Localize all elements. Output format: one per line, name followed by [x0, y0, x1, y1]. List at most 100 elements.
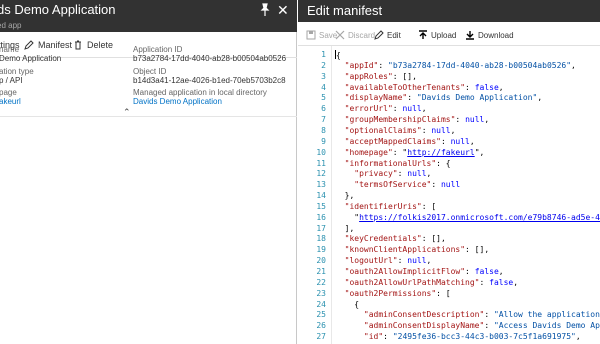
code-text: "oauth2AllowUrlPathMatching": false, [335, 278, 518, 287]
homepage-label: page [0, 88, 17, 97]
code-token: : [421, 125, 432, 135]
code-token: : " [392, 147, 408, 157]
code-text: "groupMembershipClaims": null, [335, 115, 490, 125]
type-value: p / API [0, 76, 23, 85]
code-token: "optionalClaims" [335, 125, 422, 135]
line-number: 21 [316, 267, 326, 276]
code-token: " [335, 212, 360, 222]
edit-label: Edit [387, 30, 401, 40]
code-line: 14 }, [298, 191, 600, 202]
code-token: , [421, 104, 427, 114]
code-text: "availableToOtherTenants": false, [335, 83, 504, 92]
code-token: : [ [436, 288, 451, 298]
upload-button[interactable]: Upload [418, 30, 456, 40]
code-token: "logoutUrl" [335, 256, 398, 266]
code-token: "id" [335, 332, 384, 342]
line-number: 11 [316, 158, 326, 168]
code-token: "termsOfService" [335, 180, 432, 190]
edit-button[interactable]: Edit [374, 30, 401, 40]
app-blade: ds Demo Application ✕ ed app ttings Mani… [0, 0, 297, 344]
line-number: 2 [321, 60, 326, 70]
code-token: "identifierUris" [335, 201, 422, 211]
code-text: "appRoles": [], [335, 72, 417, 81]
delete-button[interactable]: Delete [73, 40, 113, 50]
discard-label: Discard [348, 30, 376, 40]
line-number: 24 [316, 299, 326, 309]
code-token: "adminConsentDescription" [335, 310, 485, 320]
code-text: "oauth2Permissions": [ [335, 289, 451, 298]
code-line: 13 "termsOfService": null [298, 180, 600, 191]
line-number: 10 [316, 147, 326, 157]
code-token: "availableToOtherTenants" [335, 82, 466, 92]
discard-icon [335, 30, 345, 40]
code-text: "id": "2495fe36-bcc3-44c3-b003-7c5f1a691… [335, 332, 581, 341]
line-number: 13 [316, 180, 326, 190]
code-line: 18 "keyCredentials": [], [298, 234, 600, 245]
line-number: 20 [316, 256, 326, 266]
code-token: : [455, 115, 466, 125]
code-token: false [474, 82, 499, 92]
code-text: "adminConsentDisplayName": "Access David… [335, 321, 600, 330]
code-text: "identifierUris": [ [335, 201, 437, 211]
line-number: 6 [321, 104, 326, 114]
pin-icon[interactable] [259, 3, 271, 17]
code-token: : [397, 256, 408, 266]
homepage-link[interactable]: akeurl [0, 97, 21, 106]
type-label: ation type [0, 67, 34, 76]
code-line: 22 "oauth2AllowUrlPathMatching": false, [298, 278, 600, 289]
object-id-value: b14d3a41-12ae-4026-b1ed-70eb5703b2c8 [133, 76, 286, 85]
line-number: 17 [316, 223, 326, 233]
line-number: 16 [316, 212, 326, 222]
code-token[interactable]: http://fakeurl [407, 148, 474, 157]
code-text: "appId": "b73a2784-17dd-4040-ab28-b00504… [335, 61, 576, 70]
code-token: , [571, 60, 576, 70]
code-token: { [335, 299, 360, 309]
trash-icon [75, 40, 81, 50]
code-token: null [407, 256, 427, 266]
code-line: 23 "oauth2Permissions": [ [298, 289, 600, 300]
line-number: 8 [321, 125, 326, 135]
upload-icon [419, 30, 427, 39]
code-token: "acceptMappedClaims" [335, 136, 441, 146]
code-token: , [537, 93, 543, 103]
delete-label: Delete [87, 40, 114, 50]
code-token: : [465, 82, 475, 92]
code-text: "displayName": "Davids Demo Application"… [335, 93, 543, 103]
name-label: name [0, 45, 20, 54]
discard-button[interactable]: Discard [335, 30, 375, 40]
manifest-button[interactable]: Manifest [24, 40, 72, 50]
line-number: 22 [316, 277, 326, 287]
code-token: "keyCredentials" [335, 234, 422, 244]
manifest-code-editor[interactable]: 1{2 "appId": "b73a2784-17dd-4040-ab28-b0… [298, 46, 600, 344]
code-token: "Allow the application to acc [493, 310, 600, 320]
download-button[interactable]: Download [465, 30, 514, 40]
code-text: "knownClientApplications": [], [335, 245, 490, 254]
app-id-value: b73a2784-17dd-4040-ab28-b00504ab0526 [133, 54, 287, 63]
line-number: 25 [316, 310, 326, 320]
line-number: 3 [321, 71, 326, 81]
close-icon[interactable]: ✕ [277, 2, 289, 19]
code-text: { [335, 50, 341, 60]
app-blade-subtitle-bar: ed app [0, 21, 297, 32]
code-line: 9 "acceptMappedClaims": null, [298, 137, 600, 148]
app-blade-header: ds Demo Application ✕ [0, 0, 297, 22]
code-token: : [], [421, 234, 446, 244]
managed-app-link[interactable]: Davids Demo Application [133, 97, 222, 106]
manifest-label: Manifest [38, 40, 73, 50]
code-token: "2495fe36-bcc3-44c3-b003-7c5f1a691975" [392, 332, 576, 342]
code-line: 10 "homepage": "http://fakeurl", [298, 148, 600, 159]
code-text: "keyCredentials": [], [335, 234, 446, 243]
save-button[interactable]: Save [306, 30, 337, 40]
code-text: "optionalClaims": null, [335, 125, 456, 135]
code-token[interactable]: https://folkis2017.onmicrosoft.com/e79b8… [359, 213, 600, 222]
save-icon [306, 30, 316, 40]
code-text: ], [335, 224, 355, 233]
code-line: 17 ], [298, 224, 600, 235]
code-token: , [575, 332, 581, 342]
app-id-label: Application ID [133, 45, 183, 54]
code-token: "adminConsentDisplayName" [335, 321, 485, 331]
line-number: 23 [316, 288, 326, 298]
line-number: 7 [321, 115, 326, 125]
code-token: : [440, 136, 451, 146]
line-number: 27 [316, 332, 326, 342]
